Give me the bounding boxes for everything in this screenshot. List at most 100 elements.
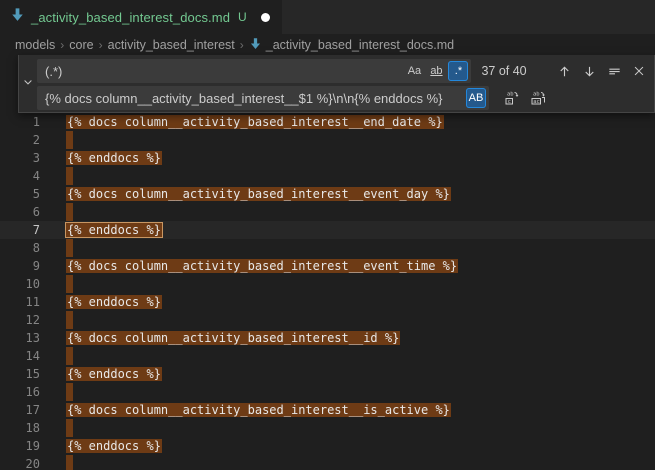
git-status-badge: U [238, 10, 247, 24]
line-text [66, 347, 73, 365]
selection-lines-icon [607, 64, 622, 79]
empty-line-match-highlight [66, 131, 73, 149]
arrow-up-icon [557, 64, 572, 79]
line-number: 11 [0, 293, 66, 311]
toggle-replace-button[interactable] [19, 55, 37, 112]
editor-line[interactable]: 11{% enddocs %} [0, 293, 655, 311]
line-number: 13 [0, 329, 66, 347]
line-text: {% enddocs %} [66, 221, 162, 239]
find-options: Aa ab .* [404, 61, 468, 81]
breadcrumb-separator: › [240, 38, 244, 52]
tab-bar: _activity_based_interest_docs.md U [0, 0, 655, 34]
svg-text:ab: ab [533, 92, 540, 98]
empty-line-match-highlight [66, 419, 73, 437]
editor-line[interactable]: 5{% docs column__activity_based_interest… [0, 185, 655, 203]
breadcrumb-item-core[interactable]: core [69, 38, 93, 52]
breadcrumb-item-activity-based-interest[interactable]: activity_based_interest [108, 38, 235, 52]
previous-match-button[interactable] [553, 60, 574, 82]
find-input-wrap: Aa ab .* [37, 59, 471, 83]
replace-row: AB ab c [37, 86, 650, 110]
line-text [66, 383, 73, 401]
find-match: {% docs column__activity_based_interest_… [66, 115, 444, 129]
editor-line[interactable]: 1{% docs column__activity_based_interest… [0, 113, 655, 131]
editor-line[interactable]: 20 [0, 455, 655, 470]
modified-dot-indicator[interactable] [261, 13, 270, 22]
editor-line[interactable]: 9{% docs column__activity_based_interest… [0, 257, 655, 275]
editor-line[interactable]: 19{% enddocs %} [0, 437, 655, 455]
breadcrumb-item-models[interactable]: models [15, 38, 55, 52]
line-text: {% enddocs %} [66, 293, 162, 311]
editor-line[interactable]: 12 [0, 311, 655, 329]
editor-line[interactable]: 7{% enddocs %} [0, 221, 655, 239]
editor-line[interactable]: 13{% docs column__activity_based_interes… [0, 329, 655, 347]
breadcrumb-separator: › [60, 38, 64, 52]
breadcrumb-file-label: _activity_based_interest_docs.md [266, 38, 454, 52]
next-match-button[interactable] [579, 60, 600, 82]
close-icon [632, 64, 646, 78]
editor-line[interactable]: 10 [0, 275, 655, 293]
preserve-case-button[interactable]: AB [466, 88, 486, 108]
line-text: {% docs column__activity_based_interest_… [66, 113, 444, 131]
line-text [66, 131, 73, 149]
line-text [66, 167, 73, 185]
line-text: {% docs column__activity_based_interest_… [66, 257, 458, 275]
code-area[interactable]: 1{% docs column__activity_based_interest… [0, 55, 655, 470]
breadcrumb: models › core › activity_based_interest … [0, 34, 655, 55]
replace-input[interactable] [37, 91, 466, 106]
line-text [66, 311, 73, 329]
editor-line[interactable]: 2 [0, 131, 655, 149]
replace-one-button[interactable]: ab c [501, 87, 523, 109]
editor-line[interactable]: 6 [0, 203, 655, 221]
find-in-selection-button[interactable] [604, 60, 625, 82]
replace-input-wrap: AB [37, 86, 489, 110]
breadcrumb-item-file[interactable]: _activity_based_interest_docs.md [249, 37, 454, 53]
close-find-button[interactable] [629, 60, 650, 82]
chevron-down-icon [22, 75, 34, 93]
line-number: 14 [0, 347, 66, 365]
line-number: 19 [0, 437, 66, 455]
editor-line[interactable]: 8 [0, 239, 655, 257]
empty-line-match-highlight [66, 347, 73, 365]
markdown-file-icon [10, 7, 25, 27]
find-replace-widget: Aa ab .* 37 of 40 [18, 55, 655, 113]
tab-active-file[interactable]: _activity_based_interest_docs.md U [0, 0, 282, 34]
markdown-file-icon [249, 37, 262, 53]
line-number: 18 [0, 419, 66, 437]
line-number: 8 [0, 239, 66, 257]
replace-buttons: ab c ab [497, 87, 549, 109]
editor-line[interactable]: 15{% enddocs %} [0, 365, 655, 383]
line-text [66, 455, 73, 470]
line-text: {% docs column__activity_based_interest_… [66, 329, 400, 347]
editor-line[interactable]: 14 [0, 347, 655, 365]
line-number: 5 [0, 185, 66, 203]
line-text: {% docs column__activity_based_interest_… [66, 185, 451, 203]
editor-line[interactable]: 4 [0, 167, 655, 185]
line-number: 10 [0, 275, 66, 293]
find-match: {% enddocs %} [66, 439, 162, 453]
find-match: {% docs column__activity_based_interest_… [66, 259, 458, 273]
find-match: {% docs column__activity_based_interest_… [66, 187, 451, 201]
find-row: Aa ab .* 37 of 40 [37, 59, 650, 83]
editor-line[interactable]: 16 [0, 383, 655, 401]
editor-line[interactable]: 3{% enddocs %} [0, 149, 655, 167]
match-case-button[interactable]: Aa [404, 61, 424, 81]
find-input[interactable] [37, 64, 404, 79]
replace-options: AB [466, 88, 486, 108]
line-number: 1 [0, 113, 66, 131]
line-text: {% enddocs %} [66, 437, 162, 455]
editor-line[interactable]: 18 [0, 419, 655, 437]
line-number: 9 [0, 257, 66, 275]
breadcrumb-separator: › [99, 38, 103, 52]
line-number: 15 [0, 365, 66, 383]
find-match: {% docs column__activity_based_interest_… [66, 331, 400, 345]
whole-word-button[interactable]: ab [426, 61, 446, 81]
tab-filename: _activity_based_interest_docs.md [31, 10, 230, 25]
replace-all-button[interactable]: ab ac [527, 87, 549, 109]
editor-line[interactable]: 17{% docs column__activity_based_interes… [0, 401, 655, 419]
regex-button[interactable]: .* [448, 61, 468, 81]
empty-line-match-highlight [66, 311, 73, 329]
line-number: 4 [0, 167, 66, 185]
results-count: 37 of 40 [481, 64, 543, 78]
replace-icon: ab c [504, 90, 520, 106]
line-text [66, 203, 73, 221]
